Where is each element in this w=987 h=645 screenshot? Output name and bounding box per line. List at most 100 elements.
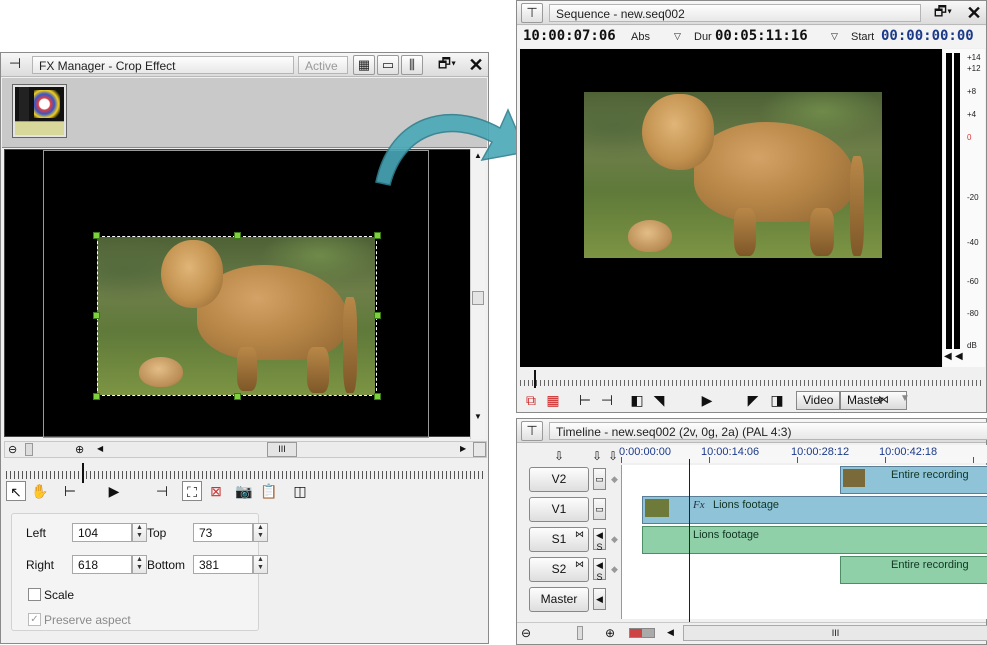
current-timecode[interactable]: 10:00:07:06 [523, 28, 616, 44]
crop-handle-bottom-right[interactable] [374, 393, 381, 400]
crop-effect-thumbnail[interactable] [12, 84, 67, 138]
multi-view-icon[interactable]: ▦ [544, 390, 562, 410]
scale-checkbox[interactable] [28, 588, 41, 601]
marker-up-icon[interactable]: ⇩ [608, 449, 618, 463]
mark-in-icon[interactable]: ◧ [628, 390, 646, 410]
left-spin-arrows[interactable]: ▲ ▼ [132, 523, 147, 542]
go-to-end-icon[interactable]: ⊣ [152, 481, 172, 501]
right-spin-arrows[interactable]: ▲ ▼ [132, 555, 147, 574]
zoom-slider-thumb[interactable] [577, 626, 583, 640]
s1-speaker-icon[interactable]: ◀ S [593, 528, 606, 552]
crop-handle-left[interactable] [93, 312, 100, 319]
effect-time-cursor[interactable] [82, 463, 84, 483]
v1-monitor-icon[interactable]: ▭ [593, 498, 606, 520]
play-icon[interactable]: ▶ [104, 481, 124, 501]
clip-s1-lions-footage[interactable]: Lions footage [642, 526, 987, 554]
s2-speaker-icon[interactable]: ◀ S [593, 558, 606, 582]
preserve-aspect-checkbox[interactable]: ✓ [28, 613, 41, 626]
crop-handle-top-right[interactable] [374, 232, 381, 239]
timeline-playhead[interactable] [689, 459, 690, 624]
clip-v2-entire-recording[interactable]: Entire recording [840, 466, 987, 494]
options-menu-icon[interactable]: 🗗▾ [929, 1, 957, 21]
v2-diamond-icon[interactable]: ◆ [611, 474, 618, 485]
next-edit-icon[interactable]: ◤ [746, 390, 760, 410]
pin-icon[interactable]: ⊤ [521, 3, 543, 23]
crop-handle-bottom[interactable] [234, 393, 241, 400]
select-arrow-icon[interactable]: ↖ [6, 481, 26, 501]
timeline-hscroll-thumb[interactable]: III [683, 625, 987, 641]
right-input[interactable]: 618 ▲ ▼ [72, 555, 147, 574]
snapshot-icon[interactable]: 📷 [234, 481, 254, 501]
scroll-left-icon[interactable]: ◀ [97, 444, 103, 453]
play-icon[interactable]: ▶ [698, 390, 716, 410]
go-to-start-icon[interactable]: ⊢ [576, 390, 594, 410]
top-input[interactable]: 73 ▲ ▼ [193, 523, 268, 542]
crop-handle-right[interactable] [374, 312, 381, 319]
zoom-in-icon[interactable]: ⊕ [75, 443, 84, 456]
crop-tool-icon[interactable]: ⛶ [182, 481, 202, 501]
track-color-icon[interactable] [629, 628, 655, 638]
crop-handle-top[interactable] [234, 232, 241, 239]
master-toggle-icon[interactable]: ⋈ [878, 393, 889, 406]
effect-time-ruler[interactable] [6, 463, 484, 483]
mark-out-icon[interactable]: ◨ [768, 390, 786, 410]
abs-dropdown-icon[interactable]: ▽ [674, 31, 681, 42]
split-view-icon[interactable]: ◫ [290, 481, 310, 501]
close-icon[interactable]: ✕ [965, 4, 983, 22]
zoom-in-icon[interactable]: ⊕ [605, 626, 615, 640]
scroll-left-icon[interactable]: ◀ [667, 627, 674, 638]
sequence-time-ruler[interactable] [520, 370, 984, 388]
pin-icon[interactable]: ⊤ [521, 421, 543, 441]
reset-crop-icon[interactable]: ⊠ [206, 481, 226, 501]
bottom-spin-arrows[interactable]: ▲ ▼ [253, 555, 268, 574]
insert-marker-icon[interactable]: ⇩ [554, 449, 564, 463]
s2-diamond-icon[interactable]: ◆ [611, 564, 618, 575]
s1-link-icon[interactable]: ⋈ [575, 529, 584, 540]
track-header-master[interactable]: Master [529, 587, 589, 612]
safe-area-icon[interactable]: ⧉ [522, 390, 540, 410]
hscroll-thumb[interactable]: III [267, 442, 297, 457]
fx-badge[interactable]: Fx [693, 499, 705, 511]
s2-link-icon[interactable]: ⋈ [575, 559, 584, 570]
zoom-out-icon[interactable]: ⊖ [521, 626, 531, 640]
zoom-out-icon[interactable]: ⊖ [8, 443, 17, 456]
dur-dropdown-icon[interactable]: ▽ [831, 31, 838, 42]
crop-handle-top-left[interactable] [93, 232, 100, 239]
speaker-right-icon[interactable]: ◀ [955, 351, 963, 362]
v2-monitor-icon[interactable]: ▭ [593, 468, 606, 490]
sequence-time-cursor[interactable] [534, 370, 536, 388]
s1-solo-label[interactable]: S [596, 542, 602, 552]
prev-edit-icon[interactable]: ◥ [652, 390, 666, 410]
bottom-input[interactable]: 381 ▲ ▼ [193, 555, 268, 574]
preview-horizontal-scrollbar[interactable]: ⊖ ⊕ ◀ III ▶ [4, 441, 487, 458]
paste-icon[interactable]: 📋 [259, 481, 279, 501]
s2-solo-label[interactable]: S [596, 572, 602, 582]
scroll-down-icon[interactable]: ▼ [474, 412, 482, 421]
go-to-end-icon[interactable]: ⊣ [598, 390, 616, 410]
timeline-ruler[interactable]: 0:00:00:00 10:00:14:06 10:00:28:12 10:00… [619, 445, 987, 463]
scrollbar-thumb[interactable] [472, 291, 484, 305]
zoom-slider-thumb[interactable] [25, 443, 33, 456]
video-button[interactable]: Video [796, 391, 841, 410]
go-to-start-icon[interactable]: ⊢ [60, 481, 80, 501]
marker-down-icon[interactable]: ⇩ [592, 449, 602, 463]
duration-timecode[interactable]: 00:05:11:16 [715, 28, 808, 44]
s1-diamond-icon[interactable]: ◆ [611, 534, 618, 545]
hand-pan-icon[interactable]: ✋ [30, 481, 50, 501]
timeline-tracks-area[interactable]: Entire recording Fx Lions footage Lions … [621, 465, 987, 619]
master-button[interactable]: Master [840, 391, 907, 410]
speaker-left-icon[interactable]: ◀ [944, 351, 952, 362]
master-speaker-icon[interactable]: ◀ [593, 588, 606, 610]
clip-v1-lions-footage[interactable]: Fx Lions footage [642, 496, 987, 524]
start-timecode[interactable]: 00:00:00:00 [881, 28, 974, 44]
dropdown-icon[interactable]: ▼ [900, 393, 910, 404]
pin-icon[interactable]: ⊣ [5, 53, 25, 73]
left-input[interactable]: 104 ▲ ▼ [72, 523, 147, 542]
crop-selection-box[interactable] [93, 232, 381, 400]
crop-handle-bottom-left[interactable] [93, 393, 100, 400]
track-header-v1[interactable]: V1 [529, 497, 589, 522]
scroll-right-icon[interactable]: ▶ [460, 444, 466, 453]
track-header-v2[interactable]: V2 [529, 467, 589, 492]
clip-s2-entire-recording[interactable]: Entire recording [840, 556, 987, 584]
top-spin-arrows[interactable]: ▲ ▼ [253, 523, 268, 542]
